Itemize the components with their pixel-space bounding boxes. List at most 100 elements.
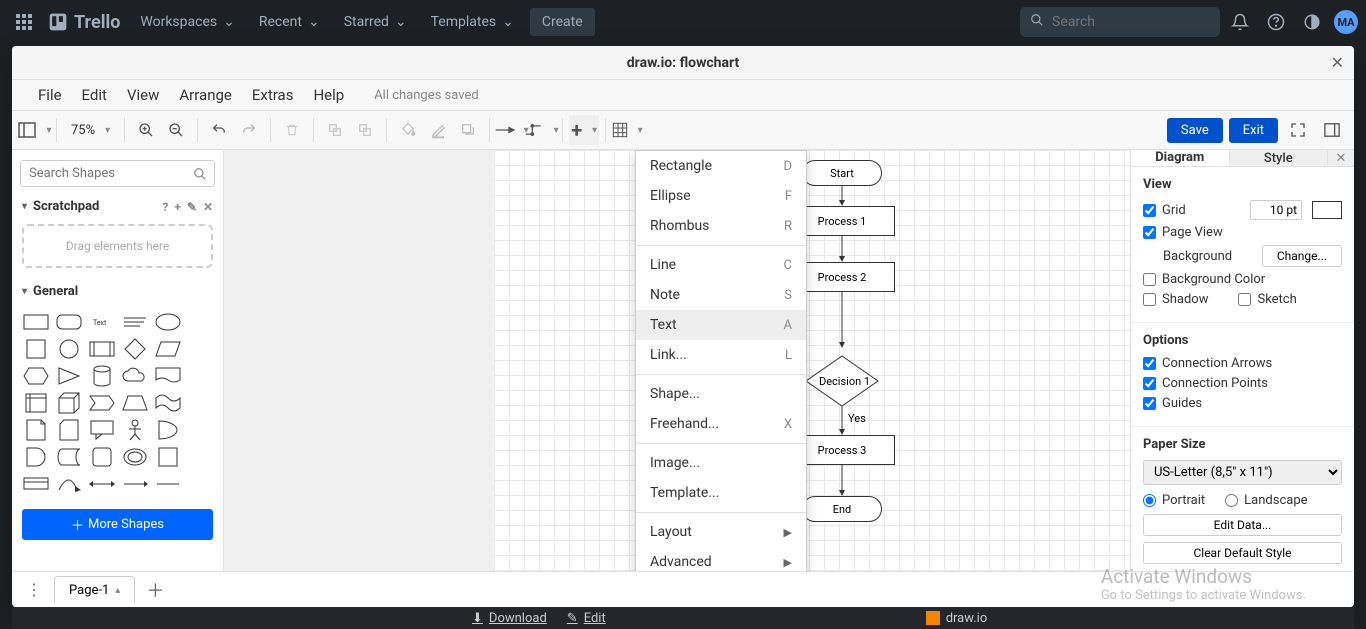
- trello-logo[interactable]: Trello: [40, 12, 128, 33]
- format-panel-icon[interactable]: [1318, 116, 1346, 144]
- delete-icon[interactable]: [277, 115, 307, 145]
- bgcolor-checkbox[interactable]: Background Color: [1143, 272, 1265, 287]
- menu-help[interactable]: Help: [303, 86, 354, 104]
- shape-rect[interactable]: [22, 311, 50, 333]
- shape-trapezoid[interactable]: [121, 392, 149, 414]
- shape-doubleellipse[interactable]: [121, 446, 149, 468]
- search-shapes-input[interactable]: [20, 160, 215, 187]
- menu-rhombus[interactable]: RhombusR: [636, 211, 806, 241]
- page-tab-1[interactable]: Page-1▴: [54, 576, 135, 604]
- clear-style-button[interactable]: Clear Default Style: [1143, 542, 1342, 564]
- shape-or[interactable]: [154, 419, 182, 441]
- shape-internal-storage[interactable]: [22, 392, 50, 414]
- menu-note[interactable]: NoteS: [636, 280, 806, 310]
- shadow-icon[interactable]: [453, 115, 483, 145]
- create-button[interactable]: Create: [530, 8, 595, 36]
- shape-roundsquare[interactable]: [88, 446, 116, 468]
- fullscreen-icon[interactable]: [1284, 116, 1312, 144]
- menu-edit[interactable]: Edit: [72, 86, 117, 104]
- menu-rectangle[interactable]: RectangleD: [636, 151, 806, 181]
- nav-starred[interactable]: Starred⌄: [332, 8, 419, 36]
- shape-arrow-bi[interactable]: [88, 473, 116, 495]
- add-page-icon[interactable]: ＋: [141, 576, 169, 604]
- shape-callout[interactable]: [88, 419, 116, 441]
- shape-text[interactable]: Text: [88, 311, 116, 333]
- shape-circle[interactable]: [55, 338, 83, 360]
- shape-blank7[interactable]: [187, 473, 215, 495]
- canvas[interactable]: Start Process 1 Process 2 Decision 1 Yes…: [224, 150, 1130, 571]
- close-icon[interactable]: ✕: [1331, 53, 1344, 72]
- shape-blank2[interactable]: [187, 338, 215, 360]
- zoom-in-icon[interactable]: [131, 115, 161, 145]
- menu-template[interactable]: Template...: [636, 478, 806, 508]
- menu-shape[interactable]: Shape...: [636, 379, 806, 409]
- nav-recent[interactable]: Recent⌄: [247, 8, 332, 36]
- more-shapes-button[interactable]: ＋More Shapes: [22, 509, 213, 540]
- to-back-icon[interactable]: [350, 115, 380, 145]
- edit-data-button[interactable]: Edit Data...: [1143, 514, 1342, 536]
- shape-blank[interactable]: [187, 311, 215, 333]
- zoom-out-icon[interactable]: [161, 115, 191, 145]
- shape-link-line[interactable]: [154, 473, 182, 495]
- sidebar-toggle-icon[interactable]: ▾: [20, 115, 50, 145]
- paper-size-select[interactable]: US-Letter (8,5" x 11"): [1143, 460, 1342, 485]
- search-bar[interactable]: [1020, 7, 1220, 37]
- tab-style[interactable]: Style: [1230, 150, 1329, 166]
- notifications-icon[interactable]: [1224, 6, 1256, 38]
- shadow-checkbox[interactable]: Shadow: [1143, 292, 1208, 307]
- shape-process[interactable]: [88, 338, 116, 360]
- waypoint-icon[interactable]: ▾: [526, 115, 556, 145]
- shape-note[interactable]: [22, 419, 50, 441]
- change-background-button[interactable]: Change...: [1262, 245, 1342, 267]
- shape-parallelogram[interactable]: [154, 338, 182, 360]
- search-input[interactable]: [1052, 14, 1210, 30]
- shape-triangle[interactable]: [55, 365, 83, 387]
- menu-arrange[interactable]: Arrange: [169, 86, 241, 104]
- menu-ellipse[interactable]: EllipseF: [636, 181, 806, 211]
- node-start[interactable]: Start: [802, 160, 882, 186]
- shape-tape[interactable]: [154, 392, 182, 414]
- grid-size-input[interactable]: [1250, 200, 1302, 220]
- scratchpad-edit-icon[interactable]: ✎: [187, 200, 197, 214]
- grid-checkbox[interactable]: Grid: [1143, 203, 1186, 218]
- general-header[interactable]: ▾ General: [12, 278, 223, 305]
- menu-advanced[interactable]: Advanced▶: [636, 547, 806, 571]
- portrait-radio[interactable]: Portrait: [1143, 493, 1205, 508]
- shape-blank6[interactable]: [187, 446, 215, 468]
- tab-diagram[interactable]: Diagram: [1131, 150, 1230, 166]
- menu-line[interactable]: LineC: [636, 250, 806, 280]
- shape-blank3[interactable]: [187, 365, 215, 387]
- shape-arrow-curved[interactable]: [55, 473, 83, 495]
- guides-checkbox[interactable]: Guides: [1143, 396, 1202, 411]
- scratchpad-help-icon[interactable]: ?: [162, 200, 168, 214]
- shape-card[interactable]: [55, 419, 83, 441]
- edit-link[interactable]: ✎Edit: [567, 611, 606, 626]
- shape-hexagon[interactable]: [22, 365, 50, 387]
- zoom-dropdown[interactable]: 75%▾: [63, 123, 118, 138]
- line-color-icon[interactable]: [423, 115, 453, 145]
- apps-grid-icon[interactable]: [8, 6, 40, 38]
- menu-freehand[interactable]: Freehand...X: [636, 409, 806, 439]
- menu-file[interactable]: File: [28, 86, 72, 104]
- shape-square[interactable]: [22, 338, 50, 360]
- pages-menu-icon[interactable]: ⋮: [20, 576, 48, 604]
- grid-color-swatch[interactable]: [1312, 201, 1342, 219]
- nav-workspaces[interactable]: Workspaces⌄: [128, 8, 246, 36]
- menu-link[interactable]: Link...L: [636, 340, 806, 370]
- shape-squareplain[interactable]: [154, 446, 182, 468]
- shape-container[interactable]: [22, 473, 50, 495]
- pageview-checkbox[interactable]: Page View: [1143, 225, 1223, 240]
- sketch-checkbox[interactable]: Sketch: [1238, 292, 1296, 307]
- insert-icon[interactable]: +▾: [569, 115, 599, 145]
- shape-and[interactable]: [22, 446, 50, 468]
- menu-text[interactable]: TextA: [636, 310, 806, 340]
- menu-layout[interactable]: Layout▶: [636, 517, 806, 547]
- shape-textbox[interactable]: [121, 311, 149, 333]
- download-link[interactable]: ⬇Download: [472, 611, 547, 626]
- shape-actor[interactable]: [121, 419, 149, 441]
- menu-extras[interactable]: Extras: [242, 86, 304, 104]
- conn-arrows-checkbox[interactable]: Connection Arrows: [1143, 356, 1272, 371]
- tab-close-icon[interactable]: ✕: [1328, 150, 1354, 166]
- redo-icon[interactable]: [234, 115, 264, 145]
- node-end[interactable]: End: [802, 496, 882, 522]
